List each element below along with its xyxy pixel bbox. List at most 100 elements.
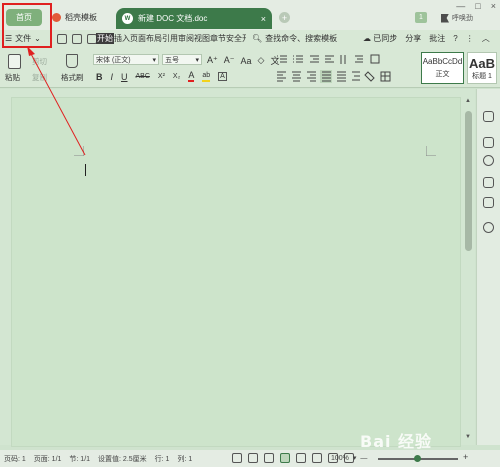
cut-button[interactable]: 剪切: [32, 56, 47, 67]
cloud-sync-button[interactable]: ☁ 已同步: [363, 33, 397, 44]
tab-developer[interactable]: 开: [242, 33, 246, 44]
text-cursor: [85, 164, 86, 176]
subscript-button[interactable]: X₂: [173, 73, 180, 80]
doc-check-icon[interactable]: [248, 453, 258, 463]
spell-check-icon[interactable]: [232, 453, 242, 463]
underline-button[interactable]: U: [121, 72, 128, 82]
italic-button[interactable]: I: [111, 72, 114, 82]
status-col[interactable]: 列: 1: [177, 454, 192, 464]
text-icon[interactable]: [483, 197, 494, 208]
align-left-icon[interactable]: [277, 71, 286, 82]
decrease-indent-icon[interactable]: [310, 55, 319, 63]
grow-font-button[interactable]: A⁺: [207, 55, 218, 66]
tab-sections[interactable]: 章节: [210, 33, 226, 44]
web-view-icon[interactable]: [312, 453, 322, 463]
tab-view[interactable]: 视图: [194, 33, 210, 44]
sort-icon[interactable]: [340, 55, 346, 64]
highlight-button[interactable]: ab: [202, 72, 211, 82]
distribute-icon[interactable]: [337, 71, 346, 82]
ribbon-toolbar: 粘贴 剪切 复制 格式刷 宋体 (正文) ▾ 五号 ▾ A⁺ A⁻ Aa ◇ 文…: [0, 48, 500, 88]
pen-icon[interactable]: [483, 111, 494, 122]
more-icon[interactable]: ⋮: [466, 34, 474, 43]
annotate-button[interactable]: 批注: [429, 33, 445, 44]
location-icon[interactable]: [483, 155, 494, 166]
font-name-select[interactable]: 宋体 (正文) ▾: [93, 54, 159, 65]
style-heading1[interactable]: AaB 标题 1: [467, 52, 497, 84]
command-search[interactable]: 🔍︎ 查找命令、搜索模板: [252, 33, 337, 44]
print-icon[interactable]: [72, 34, 82, 44]
zoom-out-button[interactable]: —: [360, 455, 367, 462]
border-icon[interactable]: [370, 54, 380, 64]
tab-home[interactable]: 开始: [96, 33, 114, 44]
table-border-icon[interactable]: [380, 71, 391, 82]
close-window-button[interactable]: ×: [491, 1, 496, 11]
save-icon[interactable]: [57, 34, 67, 44]
paste-icon[interactable]: [8, 54, 21, 69]
zoom-slider[interactable]: [378, 455, 458, 462]
eye-protect-icon[interactable]: [264, 453, 274, 463]
paste-button[interactable]: 粘贴: [5, 72, 20, 83]
scrollbar-thumb[interactable]: [465, 111, 472, 251]
new-tab-button[interactable]: +: [279, 12, 290, 23]
status-row[interactable]: 行: 1: [155, 454, 170, 464]
maximize-button[interactable]: □: [475, 1, 480, 11]
window-count-badge[interactable]: 1: [415, 12, 427, 23]
share-button[interactable]: 分享: [405, 33, 421, 44]
status-info: 页码: 1 页面: 1/1 节: 1/1 设置值: 2.5厘米 行: 1 列: …: [4, 454, 192, 464]
vertical-scrollbar[interactable]: ▲ ▼: [463, 97, 475, 441]
superscript-button[interactable]: X²: [158, 73, 165, 80]
tab-page-layout[interactable]: 页面布局: [130, 33, 162, 44]
zoom-level[interactable]: 100%: [331, 455, 349, 462]
status-bar: 页码: 1 页面: 1/1 节: 1/1 设置值: 2.5厘米 行: 1 列: …: [0, 450, 500, 467]
scroll-up-icon[interactable]: ▲: [465, 98, 471, 104]
copy-button[interactable]: 复制: [32, 72, 47, 83]
page-view-icon[interactable]: [280, 453, 290, 463]
minimize-button[interactable]: —: [456, 1, 465, 11]
status-setting[interactable]: 设置值: 2.5厘米: [98, 454, 147, 464]
strikethrough-button[interactable]: ABC: [136, 73, 150, 80]
tab-references[interactable]: 引用: [162, 33, 178, 44]
corner-mark-top-right: [426, 146, 436, 156]
zoom-in-button[interactable]: +: [463, 452, 468, 462]
user-account[interactable]: 呼唤劲: [441, 13, 473, 23]
outline-view-icon[interactable]: [296, 453, 306, 463]
tab-insert[interactable]: 插入: [114, 33, 130, 44]
document-tab[interactable]: W 新建 DOC 文档.doc ×: [116, 8, 272, 29]
style-normal[interactable]: AaBbCcDd 正文: [421, 52, 464, 84]
align-right-icon[interactable]: [307, 71, 316, 82]
font-size-select[interactable]: 五号 ▾: [162, 54, 202, 65]
status-page-number[interactable]: 页码: 1: [4, 454, 26, 464]
clear-format-icon[interactable]: ◇: [258, 55, 265, 66]
zoom-slider-knob[interactable]: [414, 455, 421, 462]
document-area: [0, 89, 475, 447]
font-color-button[interactable]: A: [188, 71, 195, 82]
document-page[interactable]: [11, 97, 461, 447]
template-tab[interactable]: 稻壳模板: [52, 9, 97, 26]
status-section[interactable]: 节: 1/1: [69, 454, 90, 464]
numbered-list-icon[interactable]: [293, 55, 303, 63]
show-marks-icon[interactable]: [355, 55, 363, 63]
format-painter-icon[interactable]: [66, 54, 78, 68]
settings-sliders-icon[interactable]: [483, 177, 494, 188]
char-border-button[interactable]: A: [218, 72, 227, 81]
zoom-dropdown-icon[interactable]: ▾: [353, 454, 357, 462]
shrink-font-button[interactable]: A⁻: [224, 55, 235, 66]
increase-indent-icon[interactable]: [325, 55, 334, 63]
tab-security[interactable]: 安全: [226, 33, 242, 44]
align-center-icon[interactable]: [292, 71, 301, 82]
collapse-ribbon-icon[interactable]: ︿: [482, 33, 490, 44]
close-tab-icon[interactable]: ×: [261, 14, 266, 24]
change-case-button[interactable]: Aa: [241, 56, 252, 66]
help-circle-icon[interactable]: [483, 222, 494, 233]
status-pages[interactable]: 页面: 1/1: [34, 454, 62, 464]
bullet-list-icon[interactable]: [277, 55, 287, 63]
corner-mark-top-left: [74, 146, 84, 156]
shading-icon[interactable]: [364, 71, 375, 82]
line-spacing-icon[interactable]: [352, 71, 360, 81]
scroll-down-icon[interactable]: ▼: [465, 434, 471, 440]
format-painter-button[interactable]: 格式刷: [61, 72, 84, 83]
tab-review[interactable]: 审阅: [178, 33, 194, 44]
bold-button[interactable]: B: [96, 72, 103, 82]
help-icon[interactable]: ?: [453, 34, 457, 43]
copy-icon[interactable]: [483, 137, 494, 148]
